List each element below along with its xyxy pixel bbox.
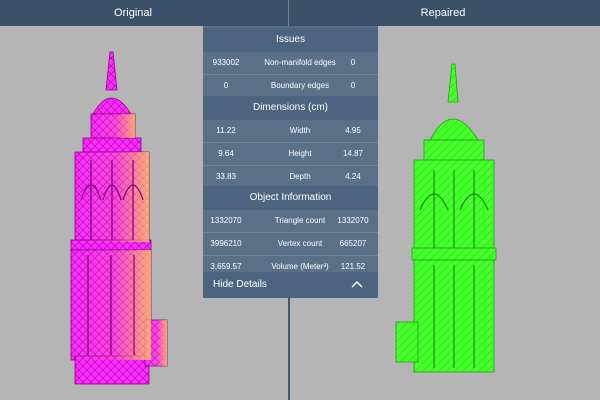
view-header: Original Repaired <box>0 0 600 26</box>
object-row: 3996210 Vertex count 665207 <box>203 233 378 255</box>
issues-title: Issues <box>203 28 378 52</box>
repaired-value: 665207 <box>339 239 367 248</box>
dimension-row: 11.22 Width 4.95 <box>203 120 378 142</box>
object-row: 1332070 Triangle count 1332070 <box>203 210 378 232</box>
chevron-up-icon <box>351 281 363 288</box>
repaired-model[interactable] <box>390 60 510 380</box>
repaired-value: 1332070 <box>337 216 369 225</box>
repaired-value: 0 <box>350 81 356 90</box>
original-value: 1332070 <box>210 216 242 225</box>
original-model[interactable] <box>55 50 175 390</box>
original-value: 0 <box>223 81 229 90</box>
issue-row: 0 Boundary edges 0 <box>203 75 378 97</box>
repaired-value: 4.24 <box>345 172 361 181</box>
dimension-row: 9.64 Height 14.87 <box>203 143 378 165</box>
hide-details-label: Hide Details <box>213 279 267 290</box>
repaired-label: Repaired <box>420 7 466 19</box>
header-separator <box>288 0 289 26</box>
details-panel: Issues 933002 Non-manifold edges 0 0 Bou… <box>203 26 378 298</box>
repaired-value: 4.95 <box>345 126 361 135</box>
original-label: Original <box>114 7 152 19</box>
dimensions-title: Dimensions (cm) <box>203 96 378 120</box>
original-value: 9.64 <box>218 149 234 158</box>
repaired-value: 14.87 <box>342 149 364 158</box>
original-value: 3996210 <box>210 239 242 248</box>
original-value: 11.22 <box>216 126 236 135</box>
original-value: 33.83 <box>215 172 237 181</box>
object-info-title: Object Information <box>203 186 378 210</box>
repaired-value: 0 <box>350 58 356 67</box>
issue-row: 933002 Non-manifold edges 0 <box>203 52 378 74</box>
original-value: 933002 <box>212 58 240 67</box>
hide-details-button[interactable]: Hide Details <box>203 272 378 298</box>
dimension-row: 33.83 Depth 4.24 <box>203 166 378 188</box>
